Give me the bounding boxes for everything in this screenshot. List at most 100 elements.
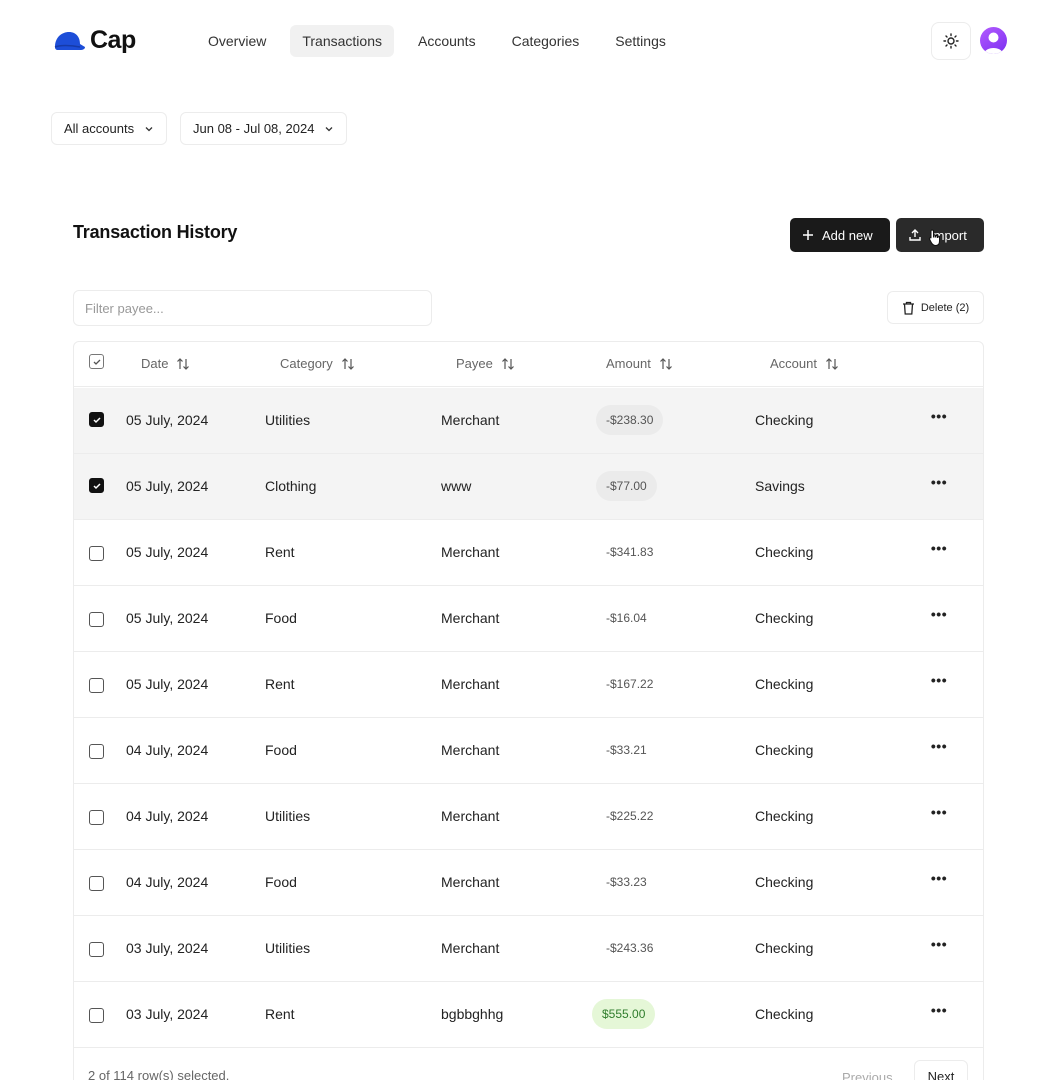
column-header-account[interactable]: Account: [770, 356, 839, 371]
cell-amount: $555.00: [592, 999, 656, 1029]
row-checkbox[interactable]: [89, 942, 104, 957]
cell-date: 04 July, 2024: [126, 742, 209, 758]
add-new-button[interactable]: Add new: [790, 218, 890, 252]
table-row[interactable]: 04 July, 2024 Utilities Merchant -$225.2…: [74, 784, 983, 850]
column-label-account: Account: [770, 356, 817, 371]
cell-account: Checking: [755, 676, 814, 692]
column-label-date: Date: [141, 356, 169, 371]
cell-payee: Merchant: [441, 808, 500, 824]
cell-payee: www: [441, 478, 472, 494]
row-checkbox[interactable]: [89, 1008, 104, 1023]
cell-date: 03 July, 2024: [126, 1006, 209, 1022]
row-checkbox[interactable]: [89, 678, 104, 693]
row-actions-icon[interactable]: •••: [930, 540, 948, 556]
cell-category: Food: [265, 742, 297, 758]
row-checkbox[interactable]: [89, 744, 104, 759]
user-icon: [984, 32, 1003, 54]
date-range-label: Jun 08 - Jul 08, 2024: [193, 121, 315, 136]
cell-date: 04 July, 2024: [126, 874, 209, 890]
cell-account: Savings: [755, 478, 805, 494]
cell-category: Rent: [265, 676, 295, 692]
table-row[interactable]: 05 July, 2024 Rent Merchant -$341.83 Che…: [74, 520, 983, 586]
table-row[interactable]: 03 July, 2024 Rent bgbbghhg $555.00 Chec…: [74, 982, 983, 1048]
plus-icon: [803, 230, 813, 240]
cell-payee: Merchant: [441, 610, 500, 626]
table-row[interactable]: 05 July, 2024 Clothing www -$77.00 Savin…: [74, 454, 983, 520]
row-actions-icon[interactable]: •••: [930, 738, 948, 754]
account-filter-dropdown[interactable]: All accounts: [51, 112, 168, 145]
date-range-dropdown[interactable]: Jun 08 - Jul 08, 2024: [180, 112, 348, 145]
cell-date: 05 July, 2024: [126, 676, 209, 692]
table-row[interactable]: 04 July, 2024 Food Merchant -$33.21 Chec…: [74, 718, 983, 784]
account-filter-label: All accounts: [64, 121, 135, 136]
sort-icon: [659, 357, 672, 370]
row-checkbox[interactable]: [89, 612, 104, 627]
table-row[interactable]: 04 July, 2024 Food Merchant -$33.23 Chec…: [74, 850, 983, 916]
cell-payee: Merchant: [441, 544, 500, 560]
nav-settings[interactable]: Settings: [603, 25, 678, 57]
cell-date: 05 July, 2024: [126, 610, 209, 626]
cell-amount: -$167.22: [606, 677, 654, 691]
cell-account: Checking: [755, 412, 814, 428]
cell-category: Food: [265, 610, 297, 626]
app-name: Cap: [90, 26, 136, 54]
previous-page-button[interactable]: Previous: [830, 1062, 905, 1080]
row-actions-icon[interactable]: •••: [930, 672, 948, 688]
cell-amount: -$243.36: [606, 941, 654, 955]
cell-date: 04 July, 2024: [126, 808, 209, 824]
row-checkbox[interactable]: [89, 412, 104, 427]
cell-account: Checking: [755, 610, 814, 626]
column-header-payee[interactable]: Payee: [456, 356, 515, 371]
column-header-date[interactable]: Date: [141, 356, 190, 371]
cell-category: Clothing: [265, 478, 317, 494]
select-all-checkbox[interactable]: [89, 354, 104, 369]
nav-accounts[interactable]: Accounts: [406, 25, 488, 57]
cell-category: Utilities: [265, 940, 311, 956]
cell-date: 05 July, 2024: [126, 478, 209, 494]
column-label-payee: Payee: [456, 356, 493, 371]
next-page-button[interactable]: Next: [914, 1060, 968, 1080]
row-checkbox[interactable]: [89, 810, 104, 825]
table-row[interactable]: 05 July, 2024 Rent Merchant -$167.22 Che…: [74, 652, 983, 718]
add-new-label: Add new: [822, 227, 873, 243]
delete-label: Delete (2): [920, 301, 970, 314]
selection-count: 2 of 114 row(s) selected.: [88, 1068, 230, 1080]
row-checkbox[interactable]: [89, 478, 104, 493]
column-header-category[interactable]: Category: [280, 356, 355, 371]
nav-transactions[interactable]: Transactions: [290, 25, 394, 57]
table-row[interactable]: 05 July, 2024 Food Merchant -$16.04 Chec…: [74, 586, 983, 652]
row-checkbox[interactable]: [89, 546, 104, 561]
cell-date: 03 July, 2024: [126, 940, 209, 956]
check-icon: [93, 359, 100, 365]
cell-category: Rent: [265, 544, 295, 560]
theme-toggle-button[interactable]: [931, 22, 971, 60]
cell-category: Utilities: [265, 808, 311, 824]
app-logo[interactable]: Cap: [52, 26, 136, 55]
filter-payee-input[interactable]: [73, 290, 432, 326]
nav-categories[interactable]: Categories: [500, 25, 592, 57]
cell-amount: -$33.21: [606, 743, 647, 757]
cell-account: Checking: [755, 874, 814, 890]
cell-account: Checking: [755, 1006, 814, 1022]
row-actions-icon[interactable]: •••: [930, 606, 948, 622]
row-actions-icon[interactable]: •••: [930, 870, 948, 886]
cell-amount: -$238.30: [596, 405, 664, 435]
check-icon: [92, 482, 101, 489]
user-avatar[interactable]: [980, 27, 1007, 54]
column-header-amount[interactable]: Amount: [606, 356, 673, 371]
cell-date: 05 July, 2024: [126, 544, 209, 560]
trash-icon: [902, 301, 914, 315]
page-title: Transaction History: [73, 222, 238, 242]
nav-overview[interactable]: Overview: [196, 25, 278, 57]
sort-icon: [501, 357, 514, 370]
row-actions-icon[interactable]: •••: [930, 936, 948, 952]
row-actions-icon[interactable]: •••: [930, 804, 948, 820]
row-actions-icon[interactable]: •••: [930, 474, 948, 490]
row-actions-icon[interactable]: •••: [930, 408, 948, 424]
table-row[interactable]: 03 July, 2024 Utilities Merchant -$243.3…: [74, 916, 983, 982]
table-row[interactable]: 05 July, 2024 Utilities Merchant -$238.3…: [74, 388, 983, 454]
row-actions-icon[interactable]: •••: [930, 1002, 948, 1018]
cell-account: Checking: [755, 544, 814, 560]
delete-selected-button[interactable]: Delete (2): [887, 291, 984, 324]
row-checkbox[interactable]: [89, 876, 104, 891]
